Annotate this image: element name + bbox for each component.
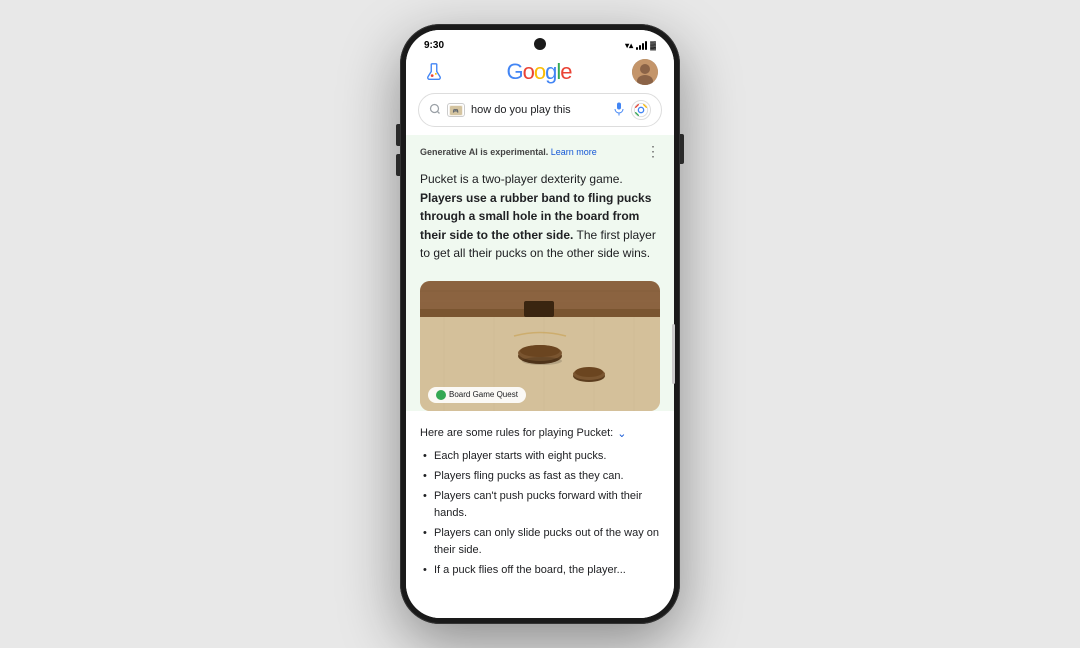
wifi-icon: ▾▴ bbox=[625, 41, 633, 50]
rule-item-1: Each player starts with eight pucks. bbox=[420, 448, 660, 465]
power-button[interactable] bbox=[680, 134, 684, 164]
user-avatar[interactable] bbox=[632, 59, 658, 85]
rules-header: Here are some rules for playing Pucket: … bbox=[406, 421, 674, 446]
search-image-thumbnail: 🎮 bbox=[447, 103, 465, 117]
scroll-indicator bbox=[672, 324, 674, 384]
camera-notch bbox=[534, 38, 546, 50]
battery-icon: ▓ bbox=[650, 41, 656, 50]
ai-experimental-label: Generative AI is experimental. Learn mor… bbox=[420, 147, 597, 157]
learn-more-link[interactable]: Learn more bbox=[551, 147, 597, 157]
image-source-badge: Board Game Quest bbox=[428, 387, 526, 403]
ai-result-card: Generative AI is experimental. Learn mor… bbox=[406, 135, 674, 411]
rules-list: Each player starts with eight pucks. Pla… bbox=[406, 446, 674, 590]
google-labs-icon[interactable] bbox=[422, 60, 446, 84]
source-dot bbox=[436, 390, 446, 400]
status-icons: ▾▴ ▓ bbox=[625, 41, 656, 50]
volume-up-button[interactable] bbox=[396, 124, 400, 146]
rule-item-3: Players can't push pucks forward with th… bbox=[420, 488, 660, 522]
search-query-text: how do you play this bbox=[471, 104, 607, 116]
microphone-icon[interactable] bbox=[613, 102, 625, 119]
phone-screen: 9:30 ▾▴ ▓ bbox=[406, 30, 674, 618]
rules-toggle-icon[interactable]: ⌄ bbox=[617, 427, 626, 440]
google-logo: Google bbox=[506, 59, 571, 85]
search-icon bbox=[429, 103, 441, 118]
image-source-label: Board Game Quest bbox=[449, 390, 518, 399]
rules-section: Here are some rules for playing Pucket: … bbox=[406, 421, 674, 590]
ai-more-options[interactable]: ⋮ bbox=[646, 143, 660, 160]
signal-icon bbox=[636, 41, 647, 50]
game-image-container: Board Game Quest bbox=[420, 281, 660, 411]
volume-down-button[interactable] bbox=[396, 154, 400, 176]
rules-header-text: Here are some rules for playing Pucket: bbox=[420, 427, 613, 439]
rule-item-2: Players fling pucks as fast as they can. bbox=[420, 468, 660, 485]
search-bar[interactable]: 🎮 how do you play this bbox=[418, 93, 662, 127]
ai-result-text: Pucket is a two-player dexterity game. P… bbox=[406, 166, 674, 277]
rule-item-5: If a puck flies off the board, the playe… bbox=[420, 562, 660, 579]
phone-frame: 9:30 ▾▴ ▓ bbox=[400, 24, 680, 624]
rule-item-4: Players can only slide pucks out of the … bbox=[420, 525, 660, 559]
ai-result-header: Generative AI is experimental. Learn mor… bbox=[406, 135, 674, 166]
status-time: 9:30 bbox=[424, 40, 444, 51]
content-area[interactable]: Generative AI is experimental. Learn mor… bbox=[406, 135, 674, 618]
google-header: Google bbox=[406, 55, 674, 93]
svg-text:🎮: 🎮 bbox=[453, 108, 459, 114]
google-lens-icon[interactable] bbox=[631, 100, 651, 120]
ai-intro-text: Pucket is a two-player dexterity game. bbox=[420, 172, 623, 186]
